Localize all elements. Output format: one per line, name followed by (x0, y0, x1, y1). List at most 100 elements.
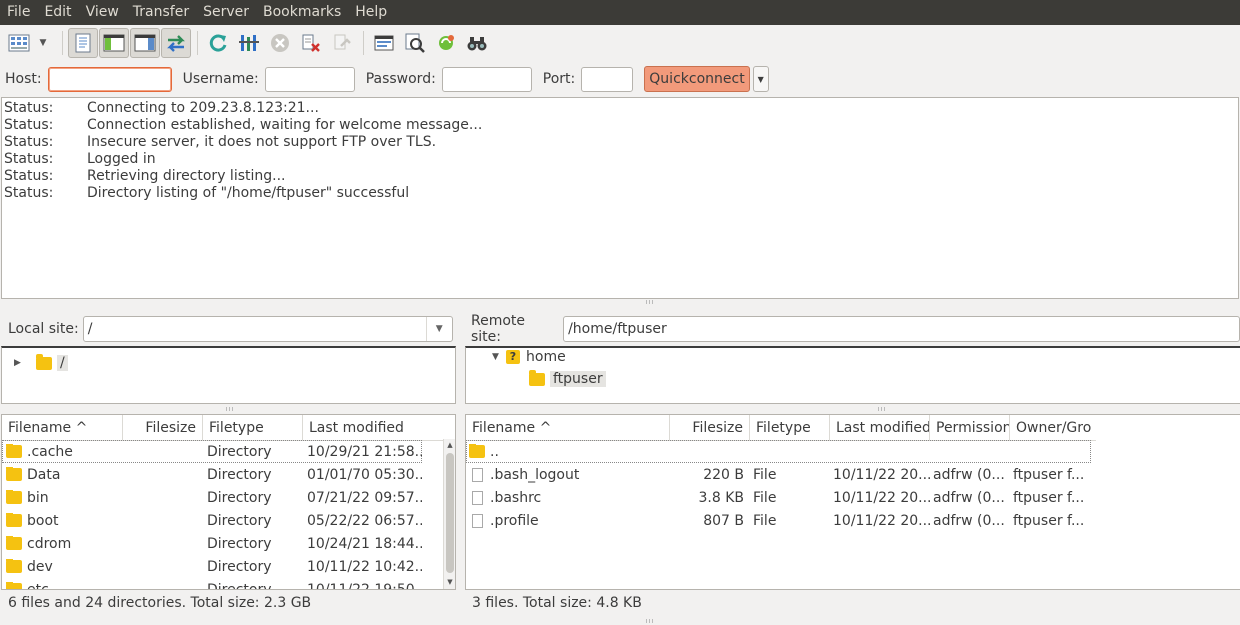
local-directory-tree[interactable]: ▶ / (1, 346, 456, 404)
cancel-operation-icon (271, 33, 289, 52)
chevron-down-icon[interactable]: ▼ (425, 317, 452, 341)
folder-icon (6, 443, 22, 458)
local-tree-splitter-handle[interactable] (226, 407, 234, 411)
quickconnect-button[interactable]: Quickconnect (644, 66, 750, 92)
folder-icon (36, 353, 52, 370)
log-message: Insecure server, it does not support FTP… (87, 134, 437, 150)
toggle-message-log-button[interactable] (68, 27, 98, 58)
site-manager-button[interactable] (4, 28, 34, 58)
password-input[interactable] (441, 66, 532, 92)
local-file-list[interactable]: Filename ^ Filesize Filetype Last modifi… (1, 414, 456, 590)
file-icon (472, 490, 483, 505)
site-manager-icon (8, 34, 30, 51)
message-log[interactable]: Status: Connecting to 209.23.8.123:21... … (1, 97, 1239, 299)
list-item[interactable]: Data Directory 01/01/70 05:30... (2, 463, 422, 486)
menu-server[interactable]: Server (196, 0, 256, 25)
quickconnect-history-dropdown[interactable]: ▼ (752, 66, 769, 92)
list-item[interactable]: .. (466, 440, 1091, 463)
port-label: Port: (542, 71, 576, 87)
menu-help[interactable]: Help (348, 0, 394, 25)
list-item[interactable]: boot Directory 05/22/22 06:57... (2, 509, 422, 532)
list-item[interactable]: .profile 807 B File 10/11/22 20... adfrw… (466, 509, 1091, 532)
log-message: Retrieving directory listing... (87, 168, 286, 184)
scroll-up-icon[interactable]: ▲ (445, 440, 455, 450)
column-filename[interactable]: Filename ^ (2, 415, 123, 441)
sync-browsing-button[interactable] (431, 28, 461, 58)
list-item[interactable]: .cache Directory 10/29/21 21:58... (2, 440, 422, 463)
disconnect-button[interactable] (296, 28, 326, 58)
column-filetype[interactable]: Filetype (203, 415, 303, 441)
folder-icon (6, 535, 22, 550)
column-last-modified[interactable]: Last modified (303, 415, 443, 441)
expand-arrow-icon[interactable]: ▼ (492, 352, 506, 362)
directory-filters-button[interactable] (369, 28, 399, 58)
tree-node-root[interactable]: ▶ / (14, 352, 68, 374)
cancel-operation-button[interactable] (265, 28, 295, 58)
tree-node-ftpuser[interactable]: ftpuser (529, 368, 606, 390)
search-remote-icon (467, 36, 487, 50)
search-remote-button[interactable] (462, 28, 492, 58)
host-input[interactable] (47, 66, 172, 92)
list-item[interactable]: .bashrc 3.8 KB File 10/11/22 20... adfrw… (466, 486, 1091, 509)
remote-directory-tree[interactable]: ▼ ? home ftpuser (465, 346, 1240, 404)
scroll-down-icon[interactable]: ▼ (445, 577, 455, 587)
site-manager-dropdown[interactable]: ▼ (35, 28, 51, 58)
list-item[interactable]: dev Directory 10/11/22 10:42... (2, 555, 422, 578)
log-message: Connection established, waiting for welc… (87, 117, 483, 133)
list-item[interactable]: bin Directory 07/21/22 09:57... (2, 486, 422, 509)
local-list-scrollbar[interactable]: ▲ ▼ (443, 439, 455, 589)
toggle-local-tree-button[interactable] (99, 27, 129, 58)
reconnect-button[interactable] (327, 28, 357, 58)
quickconnect-bar: Host: Username: Password: Port: Quickcon… (0, 62, 1240, 96)
log-type: Status: (4, 134, 54, 150)
log-entry: Status: Connecting to 209.23.8.123:21... (4, 100, 1236, 117)
directory-comparison-button[interactable] (400, 28, 430, 58)
expand-arrow-icon[interactable]: ▶ (14, 358, 28, 368)
list-item[interactable]: .bash_logout 220 B File 10/11/22 20... a… (466, 463, 1091, 486)
column-permissions[interactable]: Permission (930, 415, 1010, 441)
remote-status-text: 3 files. Total size: 4.8 KB (472, 595, 642, 611)
refresh-button[interactable] (203, 28, 233, 58)
chevron-down-icon: ▼ (757, 74, 764, 84)
menu-edit[interactable]: Edit (37, 0, 78, 25)
menu-transfer[interactable]: Transfer (126, 0, 196, 25)
file-icon (472, 513, 483, 528)
tree-node-home[interactable]: ▼ ? home (492, 348, 566, 368)
scrollbar-thumb[interactable] (446, 453, 454, 573)
list-item[interactable]: cdrom Directory 10/24/21 18:44... (2, 532, 422, 555)
log-splitter-handle[interactable] (646, 300, 654, 304)
local-site-path-combo[interactable]: / ▼ (82, 316, 453, 342)
menu-bookmarks[interactable]: Bookmarks (256, 0, 348, 25)
port-input[interactable] (581, 66, 634, 92)
column-filename[interactable]: Filename ^ (466, 415, 670, 441)
list-item[interactable]: etc Directory 10/11/22 19:50... (2, 578, 422, 589)
log-entry: Status: Logged in (4, 151, 1236, 168)
column-filesize[interactable]: Filesize (670, 415, 750, 441)
remote-tree-splitter-handle[interactable] (878, 407, 886, 411)
menu-view[interactable]: View (79, 0, 126, 25)
column-filesize[interactable]: Filesize (123, 415, 203, 441)
log-type: Status: (4, 151, 54, 167)
username-input[interactable] (264, 66, 355, 92)
toolbar: ▼ (0, 25, 1240, 60)
unknown-folder-icon: ? (506, 350, 520, 364)
column-last-modified[interactable]: Last modified (830, 415, 930, 441)
process-queue-button[interactable] (234, 28, 264, 58)
toggle-remote-tree-icon (134, 34, 156, 51)
column-filetype[interactable]: Filetype (750, 415, 830, 441)
toggle-transfer-queue-button[interactable] (161, 27, 191, 58)
remote-list-header: Filename ^ Filesize Filetype Last modifi… (466, 415, 1096, 441)
column-owner-group[interactable]: Owner/Gro (1010, 415, 1096, 441)
remote-file-list[interactable]: Filename ^ Filesize Filetype Last modifi… (465, 414, 1240, 590)
toggle-remote-tree-button[interactable] (130, 27, 160, 58)
sort-ascending-icon: ^ (539, 420, 552, 436)
remote-site-path-combo[interactable]: /home/ftpuser (563, 316, 1240, 342)
log-type: Status: (4, 100, 54, 116)
tree-node-label: ftpuser (550, 371, 606, 387)
local-site-bar: Local site: / ▼ (8, 315, 453, 343)
folder-icon (6, 512, 22, 527)
queue-splitter-handle[interactable] (646, 619, 654, 623)
toolbar-separator (62, 30, 63, 55)
remote-site-path: /home/ftpuser (568, 321, 667, 337)
menu-file[interactable]: File (0, 0, 37, 25)
